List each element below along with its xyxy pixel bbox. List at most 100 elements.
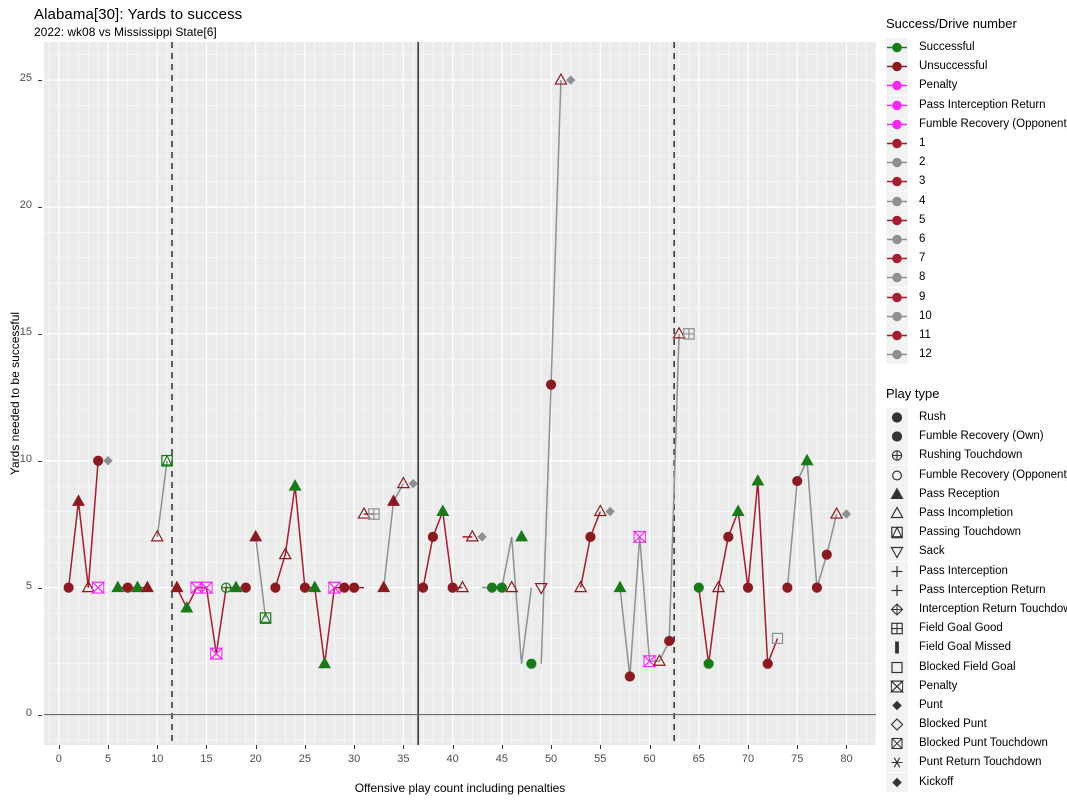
open-circle-icon (891, 470, 903, 481)
square-cross-icon (891, 622, 903, 635)
legend-item-success-15[interactable]: 11 (886, 325, 1067, 345)
legend-key (886, 772, 908, 792)
legend-label: Penalty (919, 679, 958, 692)
legend-item-success-3[interactable]: Pass Interception Return (886, 95, 1067, 115)
bar-icon (895, 641, 899, 654)
legend-item-playtype-2[interactable]: Rushing Touchdown (886, 446, 1067, 466)
legend-item-playtype-7[interactable]: Sack (886, 542, 1067, 562)
legend-item-playtype-9[interactable]: Pass Interception Return (886, 580, 1067, 600)
legend-item-playtype-3[interactable]: Fumble Recovery (Opponent) (886, 465, 1067, 485)
legend-item-playtype-8[interactable]: Pass Interception (886, 561, 1067, 581)
x-tick-label: 30 (348, 753, 361, 765)
point-icon (887, 234, 907, 245)
x-tick-label: 5 (104, 753, 112, 765)
point-icon (887, 349, 907, 360)
legend-item-playtype-13[interactable]: Blocked Field Goal (886, 657, 1067, 677)
legend-item-playtype-1[interactable]: Fumble Recovery (Own) (886, 427, 1067, 447)
x-tick-label: 35 (397, 753, 410, 765)
legend-item-success-1[interactable]: Unsuccessful (886, 57, 1067, 77)
legend-item-success-2[interactable]: Penalty (886, 76, 1067, 96)
square-triangle-icon (891, 526, 903, 539)
legend-play-type: Play type Rush Fumble Recovery (Own) Rushi… (886, 386, 1067, 792)
legend-item-playtype-15[interactable]: Punt (886, 695, 1067, 715)
legend-item-success-11[interactable]: 7 (886, 249, 1067, 269)
legend-label: 7 (919, 252, 926, 265)
down-triangle-icon (890, 547, 904, 560)
x-tick-mark (354, 745, 356, 749)
point-icon (887, 81, 907, 91)
legend-success-drive: Success/Drive number Successful Unsuccess… (886, 16, 1067, 365)
y-tick-mark (38, 333, 42, 335)
legend-item-playtype-12[interactable]: Field Goal Missed (886, 638, 1067, 658)
x-tick-mark (206, 745, 208, 749)
legend-key (886, 657, 908, 677)
x-tick-label: 10 (151, 753, 164, 765)
legend-item-success-8[interactable]: 4 (886, 191, 1067, 211)
legend-item-success-16[interactable]: 12 (886, 345, 1067, 365)
plus-icon (891, 584, 903, 596)
legend-label: Fumble Recovery (Own) (919, 430, 1044, 443)
legend-key (886, 210, 908, 230)
legend-item-success-4[interactable]: Fumble Recovery (Opponent) (886, 114, 1067, 134)
legend-item-playtype-4[interactable]: Pass Reception (886, 484, 1067, 504)
y-tick-label: 20 (19, 198, 32, 211)
legend-key (886, 484, 908, 504)
legend-key (886, 504, 908, 524)
legend-item-success-0[interactable]: Successful (886, 38, 1067, 58)
x-axis-label: Offensive play count including penalties (354, 781, 566, 795)
legend-item-success-6[interactable]: 2 (886, 153, 1067, 173)
x-tick-mark (403, 745, 405, 749)
legend-item-success-14[interactable]: 10 (886, 306, 1067, 326)
filled-circle-icon (891, 431, 903, 442)
y-axis-label-wrap: Yards needed to be successful (0, 42, 22, 745)
legend-key (886, 715, 908, 735)
legend-key (886, 95, 908, 115)
filled-triangle-icon (890, 487, 904, 499)
legend-item-playtype-14[interactable]: Penalty (886, 676, 1067, 696)
legend-item-success-9[interactable]: 5 (886, 210, 1067, 230)
legend-key (886, 38, 908, 58)
legend-label: Pass Interception (919, 564, 1008, 577)
x-tick-mark (108, 745, 109, 749)
legend-label: Pass Interception Return (919, 583, 1046, 596)
legend-label: Punt (919, 698, 943, 711)
legend-item-playtype-17[interactable]: Blocked Punt Touchdown (886, 734, 1067, 754)
legend-item-playtype-6[interactable]: Passing Touchdown (886, 523, 1067, 543)
legend-item-playtype-5[interactable]: Pass Incompletion (886, 504, 1067, 524)
small-diamond-icon (892, 700, 902, 711)
legend-label: Field Goal Missed (919, 641, 1012, 654)
legend-item-playtype-16[interactable]: Blocked Punt (886, 715, 1067, 735)
legend-item-playtype-18[interactable]: Punt Return Touchdown (886, 753, 1067, 773)
legend-item-playtype-10[interactable]: Interception Return Touchdown (886, 599, 1067, 619)
plot-panel (44, 42, 876, 745)
legend-label: Punt Return Touchdown (919, 756, 1042, 769)
point-icon (887, 253, 907, 264)
legend-item-success-5[interactable]: 1 (886, 134, 1067, 154)
legend-item-success-13[interactable]: 9 (886, 287, 1067, 307)
legend-item-playtype-19[interactable]: Kickoff (886, 772, 1067, 792)
legend-label: Fumble Recovery (Opponent) (919, 117, 1067, 130)
legend-label: 8 (919, 271, 926, 284)
open-triangle-icon (890, 506, 904, 519)
y-tick-label: 25 (19, 72, 32, 85)
legend-label: 10 (919, 309, 932, 322)
y-tick-label: 0 (25, 706, 32, 719)
legend-key (886, 523, 908, 543)
x-tick-label: 80 (840, 753, 853, 765)
legend-key (886, 153, 908, 173)
legend-item-playtype-0[interactable]: Rush (886, 408, 1067, 428)
legend-item-success-10[interactable]: 6 (886, 229, 1067, 249)
legend-item-playtype-11[interactable]: Field Goal Good (886, 619, 1067, 639)
y-tick-mark (38, 714, 42, 716)
x-tick-mark (698, 745, 700, 749)
x-tick-label: 45 (495, 753, 508, 765)
x-tick-label: 65 (692, 753, 705, 765)
legend-key (886, 345, 908, 365)
legend-item-success-7[interactable]: 3 (886, 172, 1067, 192)
x-tick-mark (452, 745, 454, 749)
drive-separator-lines (44, 42, 876, 745)
legend-key (886, 427, 908, 447)
y-tick-mark (38, 80, 42, 82)
legend-item-success-12[interactable]: 8 (886, 268, 1067, 288)
point-icon (887, 119, 907, 130)
